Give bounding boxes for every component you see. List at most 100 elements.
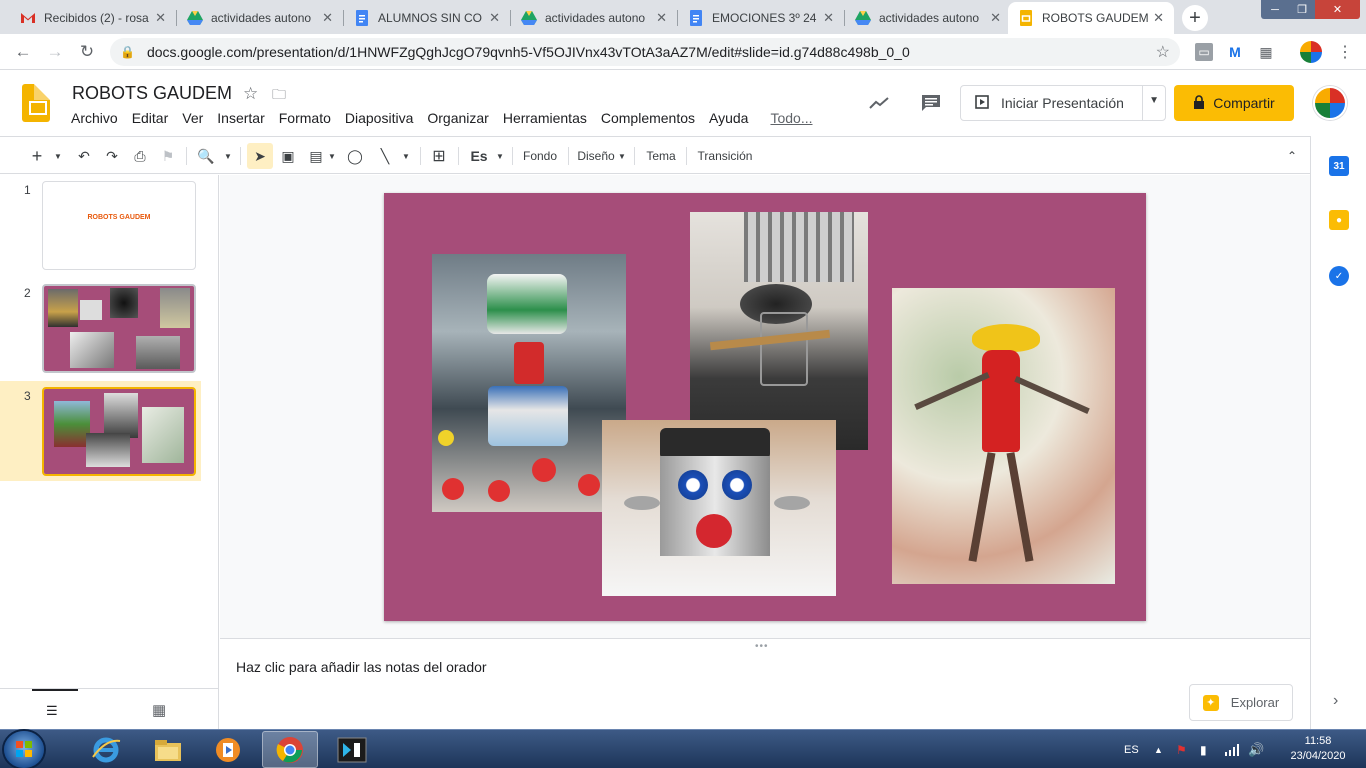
layout-dropdown-icon[interactable]: ▼ bbox=[617, 143, 627, 169]
undo-icon[interactable]: ↶ bbox=[74, 143, 94, 169]
background-button[interactable]: Fondo bbox=[520, 143, 560, 169]
volume-icon[interactable]: 🔊 bbox=[1248, 730, 1264, 768]
close-icon[interactable]: ✕ bbox=[656, 10, 667, 26]
account-avatar[interactable] bbox=[1313, 86, 1347, 120]
new-slide-icon[interactable]: + bbox=[28, 143, 46, 169]
tab-drive-1[interactable]: actividades autono ✕ bbox=[177, 2, 343, 34]
share-button[interactable]: Compartir bbox=[1174, 85, 1294, 121]
activity-trend-icon[interactable] bbox=[866, 85, 892, 121]
tab-drive-2[interactable]: actividades autono ✕ bbox=[511, 2, 677, 34]
menu-herramientas[interactable]: Herramientas bbox=[496, 110, 594, 126]
bookmark-star-icon[interactable]: ☆ bbox=[1156, 42, 1170, 62]
layout-button[interactable]: Diseño bbox=[576, 143, 616, 169]
menu-ver[interactable]: Ver bbox=[175, 110, 210, 126]
slide-thumbnail-row[interactable]: 1 ROBOTS GAUDEM bbox=[0, 175, 201, 271]
maximize-icon[interactable]: ❐ bbox=[1289, 0, 1315, 19]
resize-handle[interactable]: ••• bbox=[755, 641, 769, 652]
internet-explorer-icon[interactable] bbox=[78, 731, 134, 768]
print-icon[interactable]: ⎙ bbox=[130, 143, 150, 169]
new-tab-button[interactable]: + bbox=[1182, 5, 1208, 31]
menu-diapositiva[interactable]: Diapositiva bbox=[338, 110, 420, 126]
theme-button[interactable]: Tema bbox=[642, 143, 680, 169]
close-icon[interactable]: ✕ bbox=[155, 10, 166, 26]
menu-organizar[interactable]: Organizar bbox=[420, 110, 495, 126]
movistar-extension-icon[interactable]: M bbox=[1226, 43, 1244, 61]
input-tools-icon[interactable]: Es bbox=[468, 143, 490, 169]
file-explorer-icon[interactable] bbox=[140, 731, 196, 768]
show-hidden-icons-icon[interactable]: ▲ bbox=[1154, 730, 1163, 768]
collapse-menu-icon[interactable]: ⌃ bbox=[1282, 143, 1302, 169]
speaker-notes-input[interactable]: Haz clic para añadir las notas del orado… bbox=[236, 659, 487, 675]
new-slide-dropdown-icon[interactable]: ▼ bbox=[52, 143, 64, 169]
menu-archivo[interactable]: Archivo bbox=[64, 110, 125, 126]
slide-thumbnail[interactable] bbox=[42, 284, 196, 373]
reload-icon[interactable]: ↻ bbox=[76, 41, 98, 63]
comments-icon[interactable] bbox=[918, 85, 944, 121]
forward-icon[interactable]: → bbox=[44, 41, 66, 63]
grid-view-icon[interactable]: ▦ bbox=[152, 701, 166, 719]
move-folder-icon[interactable]: 🗀 bbox=[272, 84, 286, 108]
close-icon[interactable]: ✕ bbox=[489, 10, 500, 26]
ketchup-robot-photo[interactable] bbox=[892, 288, 1115, 584]
insert-comment-icon[interactable]: ⊞ bbox=[428, 143, 450, 169]
minimize-icon[interactable]: ─ bbox=[1261, 0, 1289, 19]
current-slide[interactable] bbox=[384, 193, 1146, 621]
tab-slides-active[interactable]: ROBOTS GAUDEM ✕ bbox=[1008, 2, 1174, 34]
menu-insertar[interactable]: Insertar bbox=[210, 110, 271, 126]
screen-recorder-icon[interactable] bbox=[324, 731, 380, 768]
expand-panel-icon[interactable]: › bbox=[1333, 692, 1338, 710]
keep-icon[interactable]: ● bbox=[1329, 210, 1349, 230]
menu-ayuda[interactable]: Ayuda bbox=[702, 110, 755, 126]
close-icon[interactable]: ✕ bbox=[1153, 10, 1164, 26]
menu-formato[interactable]: Formato bbox=[272, 110, 338, 126]
start-presentation-button[interactable]: Iniciar Presentación ▼ bbox=[960, 85, 1166, 121]
input-tools-dropdown-icon[interactable]: ▼ bbox=[494, 143, 506, 169]
extension-icon[interactable]: ▭ bbox=[1195, 43, 1213, 61]
tab-docs-alumnos[interactable]: ALUMNOS SIN CO ✕ bbox=[344, 2, 510, 34]
apps-grid-icon[interactable]: ▦ bbox=[1257, 43, 1275, 61]
kitchen-utensil-photo[interactable] bbox=[690, 212, 868, 450]
last-edit-link[interactable]: Todo... bbox=[763, 110, 819, 126]
window-close-icon[interactable]: ✕ bbox=[1315, 0, 1360, 19]
redo-icon[interactable]: ↷ bbox=[102, 143, 122, 169]
action-center-flag-icon[interactable]: ⚑ bbox=[1176, 730, 1187, 768]
star-icon[interactable]: ☆ bbox=[243, 84, 258, 104]
chrome-taskbar-icon[interactable] bbox=[262, 731, 318, 768]
address-bar[interactable]: 🔒 docs.google.com/presentation/d/1HNWFZg… bbox=[110, 38, 1180, 66]
zoom-icon[interactable]: 🔍 bbox=[196, 143, 216, 169]
slide-thumbnail-row[interactable]: 2 bbox=[0, 278, 201, 374]
close-icon[interactable]: ✕ bbox=[990, 10, 1001, 26]
menu-editar[interactable]: Editar bbox=[125, 110, 176, 126]
system-clock[interactable]: 11:58 23/04/2020 bbox=[1278, 734, 1358, 764]
network-signal-icon[interactable] bbox=[1224, 730, 1240, 768]
tasks-icon[interactable]: ✓ bbox=[1329, 266, 1349, 286]
tab-gmail[interactable]: Recibidos (2) - rosa ✕ bbox=[10, 2, 176, 34]
select-cursor-icon[interactable]: ➤ bbox=[247, 143, 273, 169]
text-box-icon[interactable]: ▣ bbox=[278, 143, 298, 169]
slide-thumbnail-row-selected[interactable]: 3 bbox=[0, 381, 201, 481]
power-icon[interactable]: ▮ bbox=[1200, 730, 1207, 768]
media-player-icon[interactable] bbox=[200, 731, 256, 768]
tab-docs-emociones[interactable]: EMOCIONES 3º 24 ✕ bbox=[678, 2, 844, 34]
language-indicator[interactable]: ES bbox=[1124, 730, 1139, 768]
back-icon[interactable]: ← bbox=[12, 41, 34, 63]
slides-logo-icon[interactable] bbox=[22, 84, 50, 122]
line-dropdown-icon[interactable]: ▼ bbox=[400, 143, 412, 169]
calendar-icon[interactable]: 31 bbox=[1329, 156, 1349, 176]
image-icon[interactable]: ▤ bbox=[306, 143, 326, 169]
line-icon[interactable]: ╲ bbox=[374, 143, 396, 169]
browser-menu-icon[interactable]: ⋮ bbox=[1336, 43, 1354, 61]
document-title[interactable]: ROBOTS GAUDEM bbox=[72, 83, 232, 104]
close-icon[interactable]: ✕ bbox=[322, 10, 333, 26]
slide-thumbnail[interactable]: ROBOTS GAUDEM bbox=[42, 181, 196, 270]
explore-button[interactable]: ✦ Explorar bbox=[1189, 684, 1293, 721]
transition-button[interactable]: Transición bbox=[694, 143, 756, 169]
profile-avatar[interactable] bbox=[1300, 41, 1322, 63]
shape-icon[interactable]: ◯ bbox=[344, 143, 366, 169]
close-icon[interactable]: ✕ bbox=[823, 10, 834, 26]
paint-format-icon[interactable]: ⚑ bbox=[158, 143, 178, 169]
menu-complementos[interactable]: Complementos bbox=[594, 110, 702, 126]
image-dropdown-icon[interactable]: ▼ bbox=[326, 143, 338, 169]
present-dropdown-icon[interactable]: ▼ bbox=[1149, 95, 1159, 106]
filmstrip-view-icon[interactable]: ☰ bbox=[46, 703, 58, 719]
